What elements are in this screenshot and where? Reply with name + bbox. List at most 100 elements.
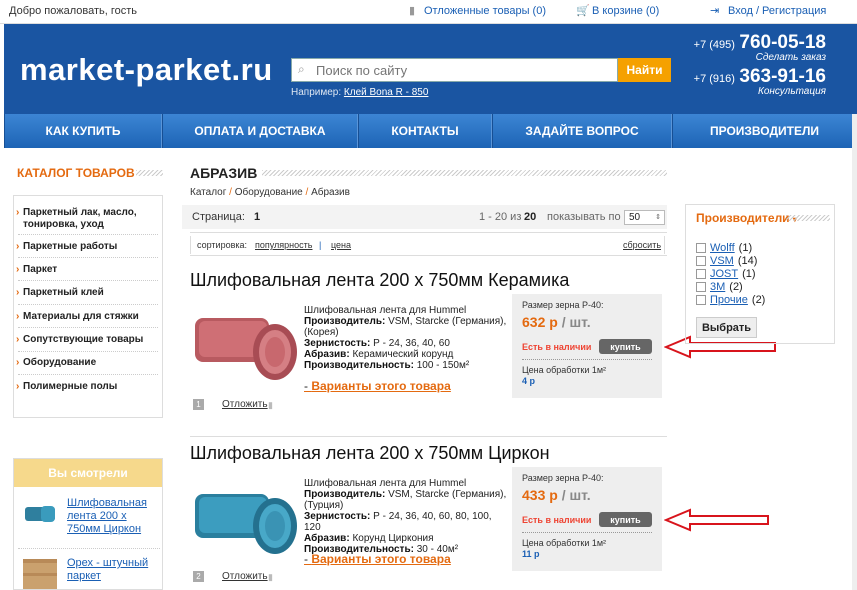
product-variants-text[interactable]: Варианты этого товара	[311, 379, 450, 393]
checkbox[interactable]	[696, 256, 706, 266]
product-maker: Производитель: VSM, Starcke (Германия), …	[304, 316, 509, 338]
product-grit-value: Р - 24, 36, 40, 60	[373, 338, 450, 349]
top-bar: Добро пожаловать, гость ▮ Отложенные тов…	[0, 0, 857, 24]
product-grit: Зернистость: Р - 24, 36, 40, 60, 80, 100…	[304, 511, 509, 533]
catalog-item-parquet[interactable]: Паркет	[16, 264, 158, 276]
price-value: 632 р	[522, 314, 558, 330]
sort-popularity[interactable]: популярность	[255, 240, 312, 250]
product-desc-text: Шлифовальная лента для Hummel	[304, 305, 467, 316]
defer-link[interactable]: Отложить	[222, 571, 268, 582]
checkbox[interactable]	[696, 269, 706, 279]
recent-item-thumbnail[interactable]	[23, 559, 57, 589]
buy-button[interactable]: купить	[599, 339, 652, 354]
catalog-item-polymer[interactable]: Полимерные полы	[16, 381, 158, 393]
site-header: market-parket.ru ⌕ Найти Например: Клей …	[4, 24, 857, 114]
processing-price-label: Цена обработки 1м²	[522, 538, 607, 548]
recent-item-link[interactable]: Шлифовальная лента 200 х 750мм Циркон	[67, 497, 159, 536]
nav-how-to-buy[interactable]: КАК КУПИТЬ	[4, 114, 162, 148]
product-abrasive-label: Абразив:	[304, 349, 350, 360]
filter-option-count: (2)	[729, 281, 743, 293]
nav-payment-delivery[interactable]: ОПЛАТА И ДОСТАВКА	[162, 114, 358, 148]
filter-option-name[interactable]: JOST	[710, 268, 738, 280]
sort-bar: сортировка: популярность | цена сбросить	[190, 232, 667, 256]
scrollbar[interactable]	[852, 114, 857, 590]
checkbox[interactable]	[696, 243, 706, 253]
login-link[interactable]: Вход / Регистрация	[728, 5, 826, 17]
product-offer: Размер зерна Р-40: 433 р / шт. Есть в на…	[512, 467, 662, 571]
product-title[interactable]: Шлифовальная лента 200 х 750мм Циркон	[190, 443, 550, 464]
nav-manufacturers[interactable]: ПРОИЗВОДИТЕЛИ	[672, 114, 857, 148]
price-unit: / шт.	[561, 487, 591, 503]
grain-size-label: Размер зерна Р-40:	[522, 473, 604, 483]
results-range: 1 - 20 из	[479, 211, 522, 223]
product-variants-link[interactable]: - Варианты этого товара	[304, 552, 451, 566]
sort-bar-inner: сортировка: популярность | цена сбросить	[190, 236, 665, 254]
search-button[interactable]: Найти	[618, 58, 671, 82]
sort-price[interactable]: цена	[331, 240, 351, 250]
filter-option-vsm[interactable]: VSM (14)	[696, 255, 757, 267]
breadcrumb-equipment[interactable]: Оборудование	[235, 187, 303, 198]
nav-contacts[interactable]: КОНТАКТЫ	[358, 114, 492, 148]
catalog-divider	[18, 234, 158, 235]
checkbox[interactable]	[696, 282, 706, 292]
stock-status: Есть в наличии	[522, 342, 592, 352]
filter-title[interactable]: Производители ▾	[696, 211, 797, 225]
product-title[interactable]: Шлифовальная лента 200 х 750мм Керамика	[190, 270, 569, 291]
filter-option-name[interactable]: Wolff	[710, 242, 735, 254]
search-input[interactable]	[316, 61, 611, 79]
recent-item-link[interactable]: Орех - штучный паркет	[67, 557, 159, 583]
deferred-link[interactable]: Отложенные товары (0)	[424, 5, 546, 17]
bookmark-icon[interactable]: ▮	[268, 572, 273, 583]
defer-link[interactable]: Отложить	[222, 399, 268, 410]
catalog-item-parquet-works[interactable]: Паркетные работы	[16, 241, 158, 253]
search-icon: ⌕	[298, 62, 305, 76]
per-page-select[interactable]: 50 ⇕	[624, 210, 665, 225]
buy-button[interactable]: купить	[599, 512, 652, 527]
filter-option-wolff[interactable]: Wolff (1)	[696, 242, 752, 254]
filter-option-name[interactable]: VSM	[710, 255, 734, 267]
product-number: 2	[193, 571, 204, 582]
filter-apply-button[interactable]: Выбрать	[696, 317, 757, 338]
nav-ask-question[interactable]: ЗАДАЙТЕ ВОПРОС	[492, 114, 672, 148]
catalog-item-lacquer[interactable]: Паркетный лак, масло, тонировка, уход	[16, 207, 158, 231]
filter-option-other[interactable]: Прочие (2)	[696, 294, 765, 306]
filter-option-count: (1)	[738, 242, 753, 254]
product-divider	[190, 436, 667, 437]
filter-option-jost[interactable]: JOST (1)	[696, 268, 756, 280]
product-maker: Производитель: VSM, Starcke (Германия), …	[304, 489, 509, 511]
catalog-item-glue[interactable]: Паркетный клей	[16, 287, 158, 299]
phone-order-number: 760-05-18	[739, 32, 826, 53]
catalog-divider	[18, 257, 158, 258]
product-image[interactable]	[193, 480, 300, 557]
cart-link[interactable]: В корзине (0)	[592, 5, 659, 17]
recent-item-thumbnail[interactable]	[23, 502, 57, 526]
breadcrumb: Каталог / Оборудование / Абразив	[190, 187, 350, 198]
search-example-link[interactable]: Клей Bona R - 850	[344, 87, 429, 98]
catalog-item-related[interactable]: Сопутствующие товары	[16, 334, 158, 346]
main-nav: КАК КУПИТЬ ОПЛАТА И ДОСТАВКА КОНТАКТЫ ЗА…	[4, 114, 857, 148]
checkbox[interactable]	[696, 295, 706, 305]
catalog-item-equipment[interactable]: Оборудование	[16, 357, 158, 369]
filter-option-name[interactable]: Прочие	[710, 294, 748, 306]
product-price: 433 р / шт.	[522, 487, 591, 503]
cart-icon: 🛒	[576, 5, 590, 17]
filter-title-decoration	[786, 215, 830, 221]
site-logo[interactable]: market-parket.ru	[20, 52, 273, 88]
product-variants-text[interactable]: Варианты этого товара	[311, 552, 450, 566]
product-variants-link[interactable]: - Варианты этого товара	[304, 379, 451, 393]
recently-viewed: Вы смотрели Шлифовальная лента 200 х 750…	[13, 458, 163, 590]
breadcrumb-catalog[interactable]: Каталог	[190, 187, 226, 198]
product-image[interactable]	[193, 306, 300, 383]
catalog-item-screed[interactable]: Материалы для стяжки	[16, 311, 158, 323]
login-icon: ⇥	[710, 5, 720, 17]
breadcrumb-separator: /	[305, 187, 309, 198]
sort-reset[interactable]: сбросить	[623, 240, 661, 250]
catalog-title: КАТАЛОГ ТОВАРОВ	[17, 166, 135, 180]
catalog-divider	[18, 327, 158, 328]
filter-option-name[interactable]: 3M	[710, 281, 725, 293]
filter-option-3m[interactable]: 3M (2)	[696, 281, 743, 293]
search-example: Например: Клей Bona R - 850	[291, 87, 428, 98]
page-title: АБРАЗИВ	[190, 165, 258, 181]
bookmark-icon[interactable]: ▮	[268, 400, 273, 411]
current-page[interactable]: 1	[254, 211, 260, 223]
